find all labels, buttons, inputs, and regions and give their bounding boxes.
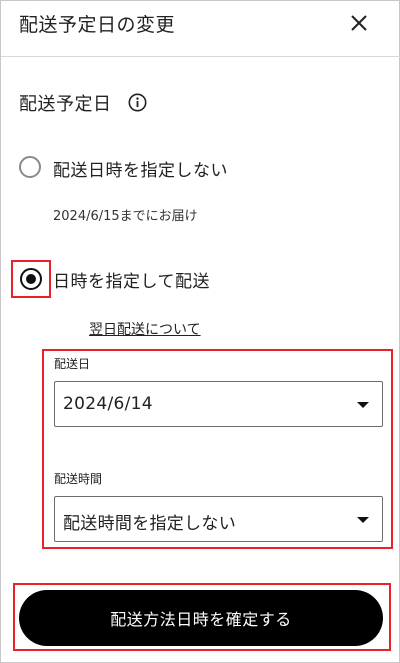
- chevron-down-icon: [357, 402, 369, 408]
- radio-no-date[interactable]: [19, 156, 41, 178]
- delivery-date-value: 2024/6/14: [63, 394, 153, 414]
- modal: 配送予定日の変更 配送予定日 配送日時を指定しない 2024/6/15までにお届…: [0, 0, 400, 663]
- section-title: 配送予定日: [19, 94, 112, 115]
- radio-label-specify-date[interactable]: 日時を指定して配送: [53, 267, 210, 292]
- next-day-delivery-link[interactable]: 翌日配送について: [89, 319, 201, 339]
- radio-specify-date[interactable]: [20, 268, 42, 290]
- delivery-time-label: 配送時間: [54, 472, 103, 486]
- close-button[interactable]: [345, 9, 373, 37]
- modal-title: 配送予定日の変更: [19, 14, 176, 36]
- radio-label-no-date[interactable]: 配送日時を指定しない: [53, 156, 228, 181]
- chevron-down-icon: [357, 517, 369, 523]
- delivery-time-value: 配送時間を指定しない: [63, 514, 236, 534]
- delivery-time-select[interactable]: 配送時間を指定しない: [54, 496, 383, 542]
- info-icon[interactable]: [128, 93, 147, 112]
- confirm-button[interactable]: 配送方法日時を確定する: [19, 590, 383, 646]
- delivery-estimate-text: 2024/6/15までにお届け: [53, 209, 198, 224]
- close-icon: [351, 15, 367, 31]
- delivery-date-label: 配送日: [54, 357, 91, 371]
- modal-header: 配送予定日の変更: [1, 1, 400, 57]
- delivery-date-select[interactable]: 2024/6/14: [54, 381, 383, 427]
